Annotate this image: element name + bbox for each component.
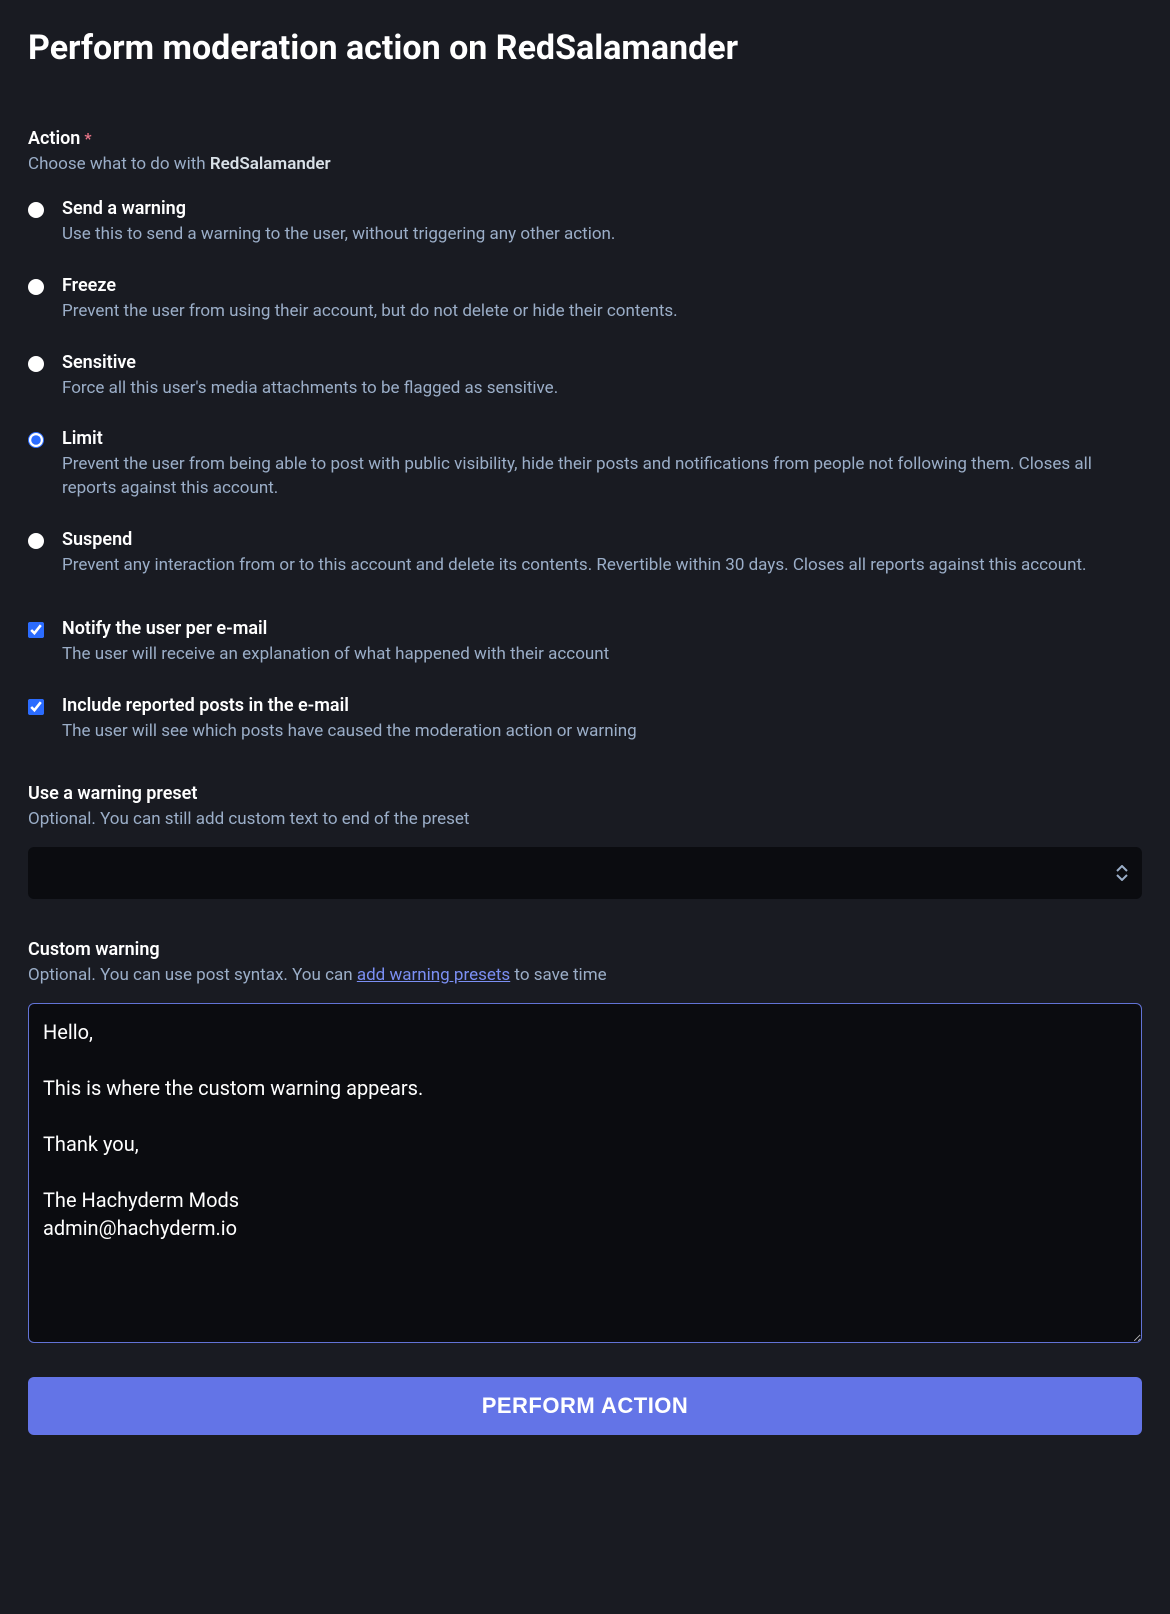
radio-label: Send a warning (62, 198, 1142, 219)
notify-user-checkbox[interactable] (28, 622, 44, 638)
custom-warning-textarea[interactable] (28, 1003, 1142, 1343)
radio-desc: Prevent the user from being able to post… (62, 453, 1142, 501)
radio-freeze[interactable] (28, 279, 44, 295)
action-hint: Choose what to do with RedSalamander (28, 154, 1142, 174)
preset-hint: Optional. You can still add custom text … (28, 809, 1142, 829)
action-option-warning[interactable]: Send a warning Use this to send a warnin… (28, 198, 1142, 247)
custom-label: Custom warning (28, 939, 1142, 960)
checkbox-label: Include reported posts in the e-mail (62, 695, 1142, 716)
action-option-sensitive[interactable]: Sensitive Force all this user's media at… (28, 352, 1142, 401)
action-section: Action * Choose what to do with RedSalam… (28, 128, 1142, 578)
action-option-suspend[interactable]: Suspend Prevent any interaction from or … (28, 529, 1142, 578)
radio-desc: Prevent any interaction from or to this … (62, 554, 1142, 578)
include-posts-checkbox-row[interactable]: Include reported posts in the e-mail The… (28, 695, 1142, 744)
warning-preset-select[interactable] (28, 847, 1142, 899)
action-radio-group: Send a warning Use this to send a warnin… (28, 198, 1142, 578)
warning-preset-block: Use a warning preset Optional. You can s… (28, 783, 1142, 899)
radio-label: Sensitive (62, 352, 1142, 373)
page-title: Perform moderation action on RedSalamand… (28, 28, 1142, 68)
radio-desc: Use this to send a warning to the user, … (62, 223, 1142, 247)
custom-warning-block: Custom warning Optional. You can use pos… (28, 939, 1142, 1347)
required-indicator: * (84, 129, 91, 148)
radio-sensitive[interactable] (28, 356, 44, 372)
notify-user-checkbox-row[interactable]: Notify the user per e-mail The user will… (28, 618, 1142, 667)
action-label: Action (28, 128, 80, 149)
radio-limit[interactable] (28, 432, 44, 448)
custom-hint: Optional. You can use post syntax. You c… (28, 965, 1142, 985)
checkbox-label: Notify the user per e-mail (62, 618, 1142, 639)
action-option-freeze[interactable]: Freeze Prevent the user from using their… (28, 275, 1142, 324)
radio-label: Limit (62, 428, 1142, 449)
radio-suspend[interactable] (28, 533, 44, 549)
include-posts-checkbox[interactable] (28, 699, 44, 715)
add-warning-presets-link[interactable]: add warning presets (357, 965, 510, 985)
preset-label: Use a warning preset (28, 783, 1142, 804)
checkbox-desc: The user will receive an explanation of … (62, 643, 1142, 667)
radio-desc: Prevent the user from using their accoun… (62, 300, 1142, 324)
radio-desc: Force all this user's media attachments … (62, 377, 1142, 401)
checkbox-desc: The user will see which posts have cause… (62, 720, 1142, 744)
action-option-limit[interactable]: Limit Prevent the user from being able t… (28, 428, 1142, 501)
radio-label: Suspend (62, 529, 1142, 550)
radio-label: Freeze (62, 275, 1142, 296)
perform-action-button[interactable]: Perform Action (28, 1377, 1142, 1435)
radio-warning[interactable] (28, 202, 44, 218)
